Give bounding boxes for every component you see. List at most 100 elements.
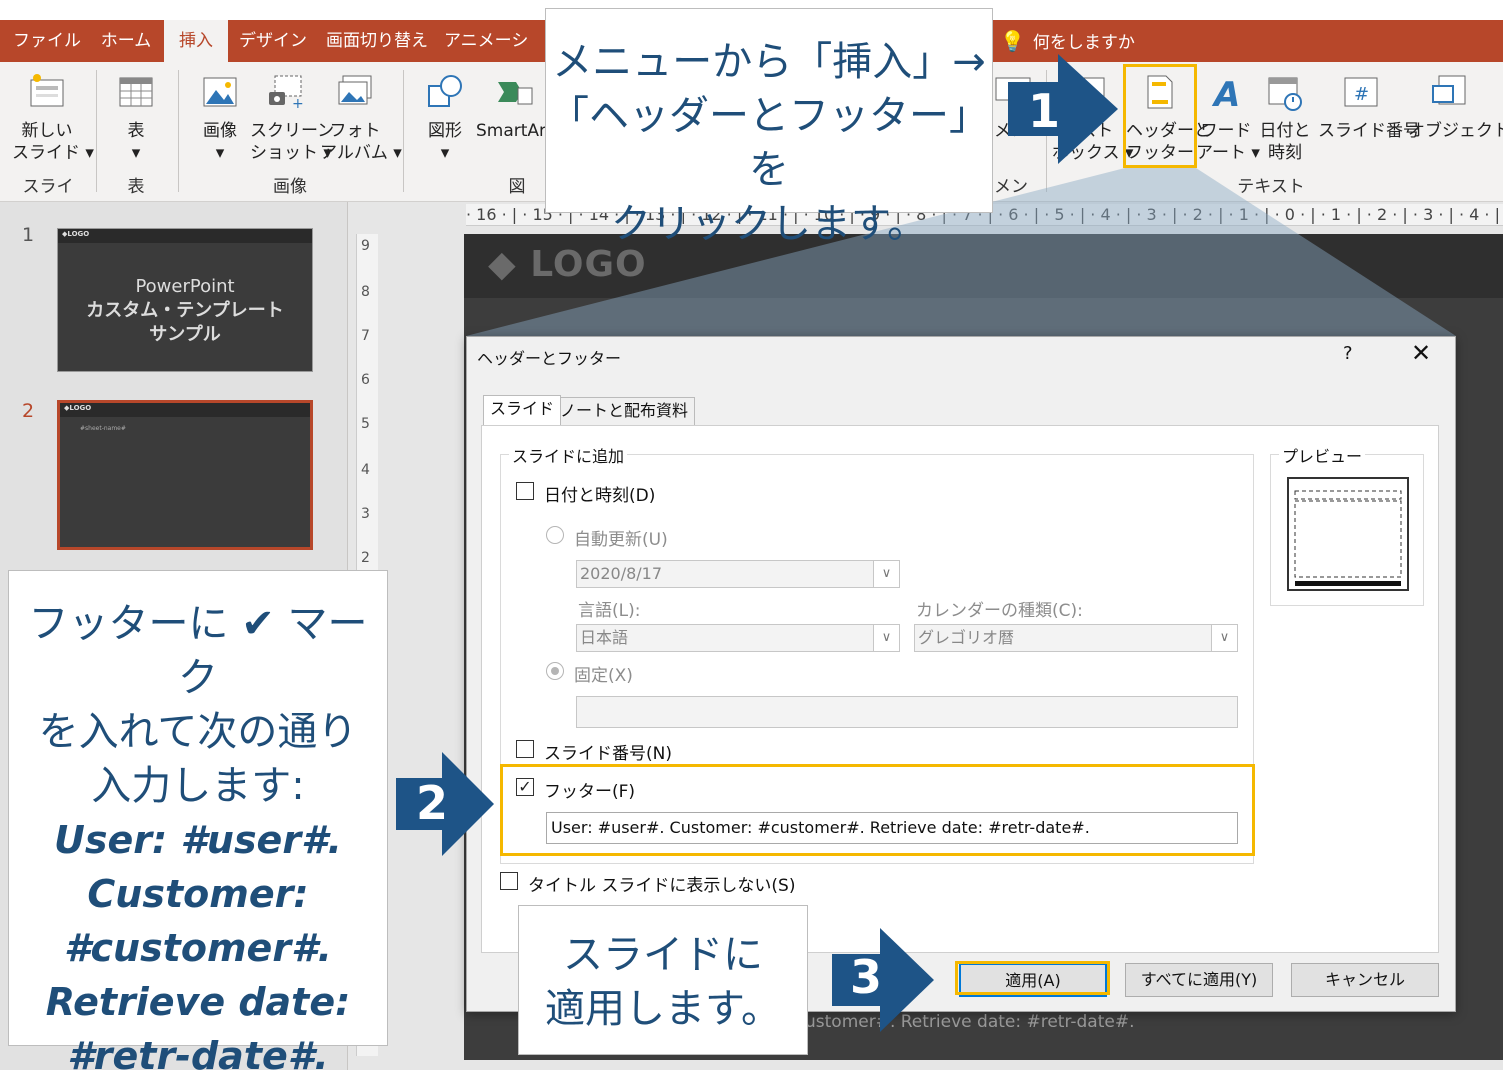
chevron-down-icon: ∨ xyxy=(873,625,899,651)
slide-number-icon: # xyxy=(1344,77,1378,107)
new-slide-icon xyxy=(30,74,64,107)
wordart-label-1: ワード xyxy=(1200,121,1252,141)
photo-album-icon xyxy=(338,75,372,105)
step-2-number: 2 xyxy=(416,776,449,830)
shapes-icon xyxy=(428,75,462,107)
thumbnail-logo: ◆LOGO xyxy=(64,404,92,412)
calendar-type-label: カレンダーの種類(C): xyxy=(916,601,1083,621)
date-time-label-1: 日付と xyxy=(1259,121,1311,141)
wordart-icon: A xyxy=(1211,75,1240,115)
callout-step-3: スライドに 適用します。 xyxy=(518,905,808,1055)
hide-on-title-slide-checkbox[interactable] xyxy=(500,872,518,890)
dialog-title: ヘッダーとフッター xyxy=(477,349,622,368)
ruler-tick: 7 xyxy=(361,328,370,344)
slide-thumbnail-1[interactable]: ◆LOGO PowerPoint カスタム・テンプレート サンプル xyxy=(57,228,313,372)
screenshot-button[interactable]: + スクリーン ショット ▾ xyxy=(250,62,335,164)
date-time-icon xyxy=(1268,77,1302,111)
new-slide-button[interactable]: 新しい スライド ▾ xyxy=(12,62,94,164)
group-label-tables: 表 xyxy=(127,177,145,197)
callout-step-1-line-1: メニューから「挿入」→ xyxy=(552,39,986,85)
date-time-button[interactable]: 日付と 時刻 xyxy=(1256,62,1314,164)
object-icon xyxy=(1432,75,1466,105)
shapes-dropdown-arrow: ▾ xyxy=(440,143,450,163)
tab-design[interactable]: デザイン xyxy=(234,20,312,62)
object-button[interactable]: オブジェクト xyxy=(1408,62,1503,142)
smartart-button[interactable]: SmartAr xyxy=(476,62,546,142)
date-format-select[interactable]: 2020/8/17 ∨ xyxy=(576,560,900,588)
callout-step-2-line-2: を入れて次の通り xyxy=(38,709,358,755)
fixed-date-input[interactable] xyxy=(576,696,1238,728)
language-label: 言語(L): xyxy=(578,601,641,621)
thumbnail-sheet-name: #sheet-name# xyxy=(80,425,126,432)
auto-update-radio[interactable] xyxy=(546,526,564,544)
shapes-label: 図形 xyxy=(428,121,462,141)
tab-slide[interactable]: スライド xyxy=(483,395,562,425)
group-label-text: テキスト xyxy=(1237,177,1305,197)
shapes-button[interactable]: 図形 ▾ xyxy=(410,62,480,164)
step-1-number: 1 xyxy=(1028,84,1061,138)
thumbnail-header-bar: ◆LOGO xyxy=(58,229,312,243)
table-button[interactable]: 表 ▾ xyxy=(101,62,171,164)
date-time-checkbox[interactable] xyxy=(516,482,534,500)
date-time-label: 日付と時刻(D) xyxy=(544,486,656,506)
help-button[interactable]: ? xyxy=(1343,343,1353,364)
smartart-icon xyxy=(498,82,533,105)
ribbon-separator xyxy=(403,70,404,192)
callout-step-2-value-2: Customer: xyxy=(87,872,309,916)
step-1-arrow-icon xyxy=(1008,54,1118,164)
slide-number-button[interactable]: # スライド番号 xyxy=(1318,62,1420,142)
tab-home[interactable]: ホーム xyxy=(92,20,160,62)
ruler-tick: 9 xyxy=(361,238,370,254)
calendar-type-value: グレゴリオ暦 xyxy=(918,628,1015,647)
tell-me-text: 何をしますか xyxy=(1032,33,1135,53)
slide-thumbnail-2[interactable]: ◆LOGO #sheet-name# xyxy=(57,400,313,550)
callout-step-2-line-3: 入力します: xyxy=(91,763,305,809)
photo-album-button[interactable]: フォト アルバム ▾ xyxy=(320,62,402,164)
callout-step-3-line-1: スライドに xyxy=(563,932,763,978)
callout-step-3-line-2: 適用します。 xyxy=(545,986,781,1032)
tab-notes-handouts[interactable]: ノートと配布資料 xyxy=(553,397,696,425)
new-slide-label-2: スライド ▾ xyxy=(12,143,94,163)
calendar-type-select[interactable]: グレゴリオ暦 ∨ xyxy=(914,624,1238,652)
object-label: オブジェクト xyxy=(1408,121,1503,141)
dialog-panel: スライドに追加 日付と時刻(D) 自動更新(U) 2020/8/17 ∨ 言語(… xyxy=(481,425,1439,953)
tab-animations[interactable]: アニメーション xyxy=(444,20,544,93)
image-icon xyxy=(203,77,237,107)
callout-step-1: メニューから「挿入」→ 「ヘッダーとフッター」を クリックします。 xyxy=(545,8,993,247)
highlight-footer-section xyxy=(500,764,1255,856)
callout-step-2-line-1: フッターに ✔ マーク xyxy=(28,601,368,701)
preview-group: プレビュー xyxy=(1270,443,1424,606)
close-button[interactable]: ✕ xyxy=(1411,339,1431,367)
ruler-tick: 3 xyxy=(361,506,370,522)
group-label-images: 画像 xyxy=(273,177,307,197)
wordart-button[interactable]: A ワード アート ▾ xyxy=(1196,62,1260,164)
ruler-tick: 8 xyxy=(361,284,370,300)
tab-transitions[interactable]: 画面切り替え xyxy=(318,20,436,62)
cancel-button[interactable]: キャンセル xyxy=(1291,963,1439,997)
ruler-tick: 2 xyxy=(361,550,370,566)
tab-file[interactable]: ファイル xyxy=(8,20,86,62)
preview-label: プレビュー xyxy=(1279,443,1366,467)
slide-number-checkbox[interactable] xyxy=(516,740,534,758)
slide-preview-image xyxy=(1287,477,1409,591)
date-time-label-2: 時刻 xyxy=(1268,143,1302,163)
chevron-down-icon: ∨ xyxy=(873,561,899,587)
svg-text:A: A xyxy=(1211,75,1240,112)
screenshot-label-1: スクリーン xyxy=(250,121,335,141)
image-dropdown-arrow: ▾ xyxy=(215,143,225,163)
slide-number-label: スライド番号 xyxy=(1318,121,1420,141)
apply-all-button[interactable]: すべてに適用(Y) xyxy=(1125,963,1273,997)
group-label: スライドに追加 xyxy=(509,443,628,467)
callout-step-1-line-3: クリックします。 xyxy=(611,201,927,247)
table-label: 表 xyxy=(127,121,145,141)
fixed-radio[interactable] xyxy=(546,662,564,680)
tab-insert[interactable]: 挿入 xyxy=(164,20,228,62)
thumbnail-logo: ◆LOGO xyxy=(62,230,90,238)
image-label: 画像 xyxy=(203,121,237,141)
lightbulb-icon: 💡 xyxy=(1000,29,1025,53)
language-select[interactable]: 日本語 ∨ xyxy=(576,624,900,652)
table-dropdown-arrow: ▾ xyxy=(131,143,141,163)
table-icon xyxy=(119,77,153,107)
image-button[interactable]: 画像 ▾ xyxy=(185,62,255,164)
callout-step-2-value-4: Retrieve date: xyxy=(45,980,351,1024)
